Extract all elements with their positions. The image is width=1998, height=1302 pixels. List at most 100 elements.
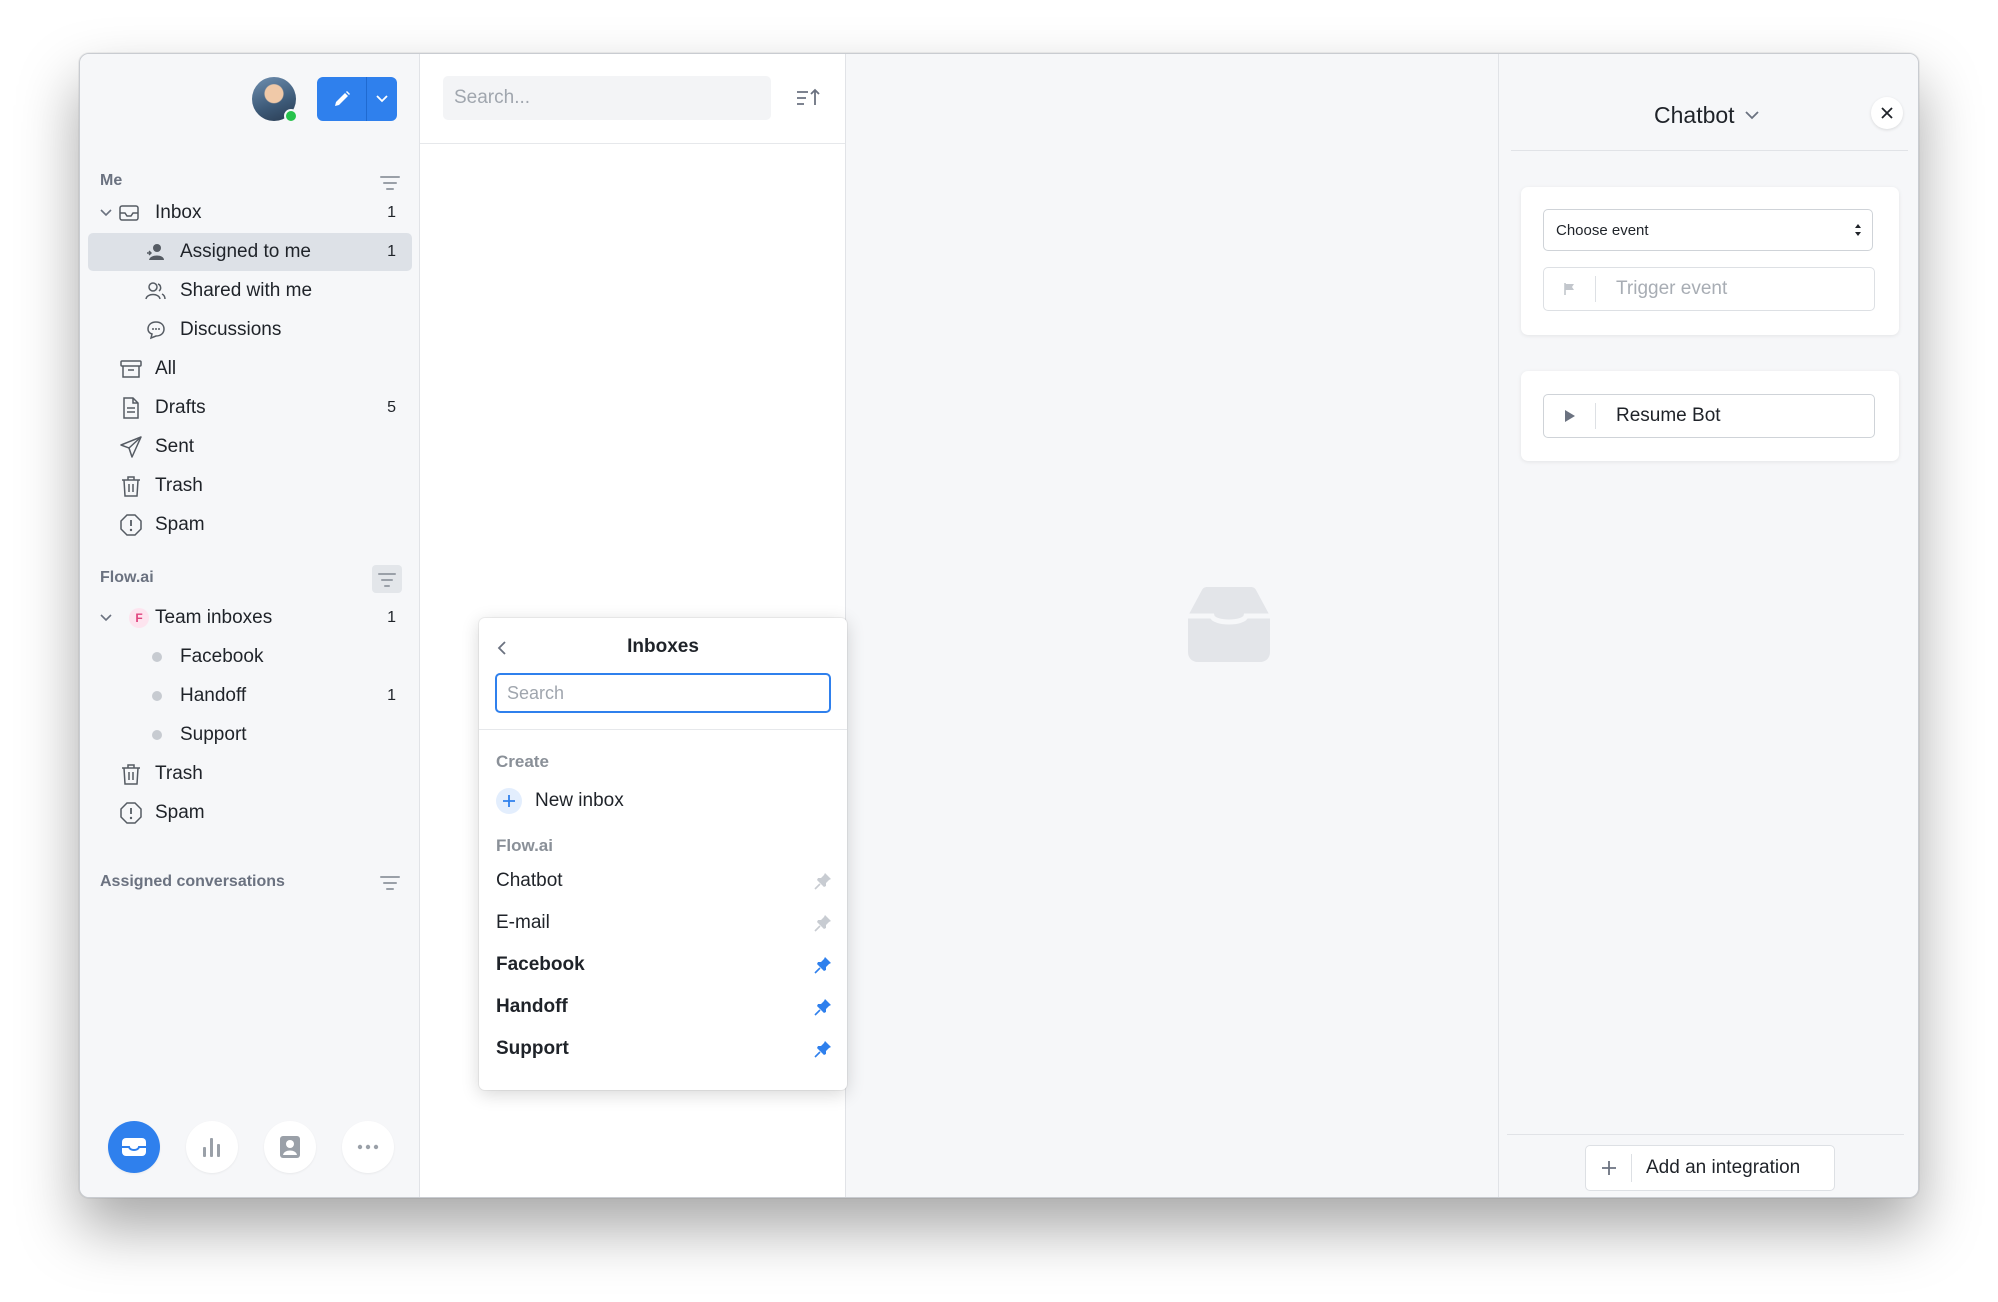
popover-inbox-facebook[interactable]: Facebook <box>496 950 832 980</box>
count-badge: 5 <box>387 399 396 416</box>
compose-button[interactable] <box>317 77 367 121</box>
count-badge: 1 <box>387 687 396 704</box>
spam-icon <box>120 514 142 536</box>
inbox-label: E-mail <box>496 912 550 933</box>
online-status-dot <box>284 109 298 123</box>
team-filter-button[interactable] <box>372 565 402 593</box>
sidebar-item-team-trash[interactable]: Trash <box>88 755 412 793</box>
select-value: Choose event <box>1556 221 1649 239</box>
integration-title-dropdown[interactable]: Chatbot <box>1654 102 1759 129</box>
new-inbox-button[interactable]: New inbox <box>496 788 624 814</box>
pin-filled-icon[interactable] <box>814 998 832 1016</box>
sidebar-item-label: Drafts <box>155 397 206 418</box>
sidebar-item-label: Assigned to me <box>180 241 311 262</box>
chevron-down-icon <box>100 209 112 217</box>
me-section-title: Me <box>100 172 123 189</box>
avatar[interactable] <box>252 77 298 123</box>
pin-icon[interactable] <box>814 914 832 932</box>
sidebar-item-handoff[interactable]: Handoff 1 <box>88 677 412 715</box>
popover-inbox-chatbot[interactable]: Chatbot <box>496 866 832 896</box>
inbox-label: Handoff <box>496 996 568 1017</box>
sidebar-item-label: Handoff <box>180 685 247 706</box>
popover-title: Inboxes <box>627 636 699 657</box>
sidebar-item-label: Spam <box>155 802 205 823</box>
tray-icon <box>122 1138 146 1156</box>
inboxes-popover: Inboxes Search Create New inbox Flow.ai … <box>479 618 847 1090</box>
chevron-down-icon <box>1744 111 1759 120</box>
filter-icon[interactable] <box>380 876 400 890</box>
sidebar-item-facebook[interactable]: Facebook <box>88 638 412 676</box>
sidebar-item-team-spam[interactable]: Spam <box>88 794 412 832</box>
sidebar-item-label: Support <box>180 724 247 745</box>
inbox-label: Facebook <box>496 954 585 975</box>
count-badge: 1 <box>387 243 396 260</box>
resume-bot-label: Resume Bot <box>1616 405 1721 426</box>
chat-bubble-icon <box>145 319 167 341</box>
count-badge: 1 <box>387 609 396 626</box>
sidebar-item-assigned-to-me[interactable]: Assigned to me 1 <box>88 233 412 271</box>
filter-icon[interactable] <box>380 176 400 190</box>
flow-section-title: Flow.ai <box>496 836 553 855</box>
popover-inbox-email[interactable]: E-mail <box>496 908 832 938</box>
assigned-conversations-title: Assigned conversations <box>100 873 285 890</box>
more-nav-button[interactable] <box>342 1121 394 1173</box>
pin-icon[interactable] <box>814 872 832 890</box>
divider <box>1511 150 1908 151</box>
shared-users-icon <box>145 280 167 302</box>
sidebar-item-sent[interactable]: Sent <box>88 428 412 466</box>
popover-search-input[interactable]: Search <box>495 673 831 713</box>
sidebar: Me Inbox 1 Assigned to me 1 Shared with … <box>80 54 420 1197</box>
sidebar-item-label: Trash <box>155 763 203 784</box>
sidebar-item-discussions[interactable]: Discussions <box>88 311 412 349</box>
archive-icon <box>120 358 142 380</box>
pin-filled-icon[interactable] <box>814 1040 832 1058</box>
sidebar-item-label: Inbox <box>155 202 202 223</box>
conversation-view <box>846 54 1498 1197</box>
analytics-nav-button[interactable] <box>186 1121 238 1173</box>
inbox-dot-icon <box>152 691 162 701</box>
sidebar-item-shared-with-me[interactable]: Shared with me <box>88 272 412 310</box>
popover-inbox-handoff[interactable]: Handoff <box>496 992 832 1022</box>
plus-icon <box>1586 1154 1632 1182</box>
app-window: Me Inbox 1 Assigned to me 1 Shared with … <box>79 53 1919 1198</box>
divider <box>1507 1134 1904 1135</box>
inbox-icon <box>118 202 140 224</box>
event-card: Choose event Trigger event <box>1521 187 1899 335</box>
inbox-label: Chatbot <box>496 870 563 891</box>
sidebar-item-inbox[interactable]: Inbox 1 <box>88 194 412 232</box>
inbox-nav-button[interactable] <box>108 1121 160 1173</box>
new-inbox-label: New inbox <box>535 790 624 811</box>
bar-chart-icon <box>203 1138 220 1157</box>
close-icon <box>1881 107 1893 119</box>
sidebar-item-spam[interactable]: Spam <box>88 506 412 544</box>
add-integration-button[interactable]: Add an integration <box>1585 1145 1835 1191</box>
sidebar-item-label: Discussions <box>180 319 282 340</box>
sidebar-item-team-inboxes[interactable]: F Team inboxes 1 <box>88 599 412 637</box>
team-badge: F <box>129 608 149 628</box>
choose-event-select[interactable]: Choose event <box>1543 209 1873 251</box>
contacts-nav-button[interactable] <box>264 1121 316 1173</box>
close-button[interactable] <box>1871 97 1903 129</box>
filter-icon <box>378 573 398 587</box>
sidebar-item-label: Shared with me <box>180 280 313 301</box>
right-panel: Chatbot Choose event Trigger event Resum… <box>1498 54 1918 1197</box>
contact-card-icon <box>280 1136 300 1158</box>
compose-dropdown-button[interactable] <box>367 77 397 121</box>
count-badge: 1 <box>387 204 396 221</box>
sort-icon[interactable] <box>796 88 822 106</box>
resume-bot-button[interactable]: Resume Bot <box>1543 394 1875 438</box>
more-dots-icon <box>357 1144 379 1150</box>
search-input[interactable]: Search... <box>443 76 771 120</box>
popover-inbox-support[interactable]: Support <box>496 1034 832 1064</box>
trash-icon <box>120 475 142 497</box>
sidebar-item-drafts[interactable]: Drafts 5 <box>88 389 412 427</box>
trash-icon <box>120 763 142 785</box>
trigger-event-button[interactable]: Trigger event <box>1543 267 1875 311</box>
sidebar-item-all[interactable]: All <box>88 350 412 388</box>
sidebar-item-trash[interactable]: Trash <box>88 467 412 505</box>
pin-filled-icon[interactable] <box>814 956 832 974</box>
flag-icon <box>1544 276 1596 302</box>
empty-inbox-icon <box>1188 587 1270 662</box>
sidebar-item-support[interactable]: Support <box>88 716 412 754</box>
sidebar-item-label: All <box>155 358 177 379</box>
